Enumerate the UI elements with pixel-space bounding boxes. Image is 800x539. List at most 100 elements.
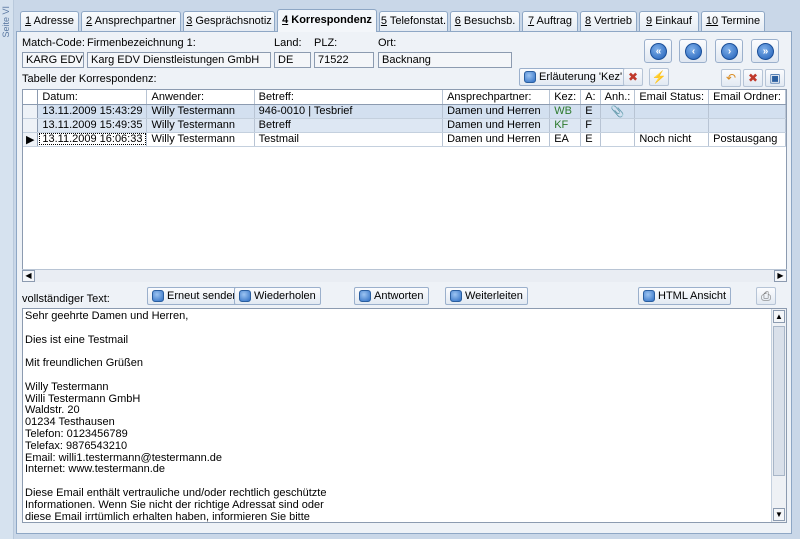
next-record-button[interactable]: › bbox=[715, 39, 743, 63]
cell-email-status bbox=[634, 118, 710, 133]
tab-label: Termine bbox=[720, 15, 761, 27]
firma-label: Firmenbezeichnung 1: bbox=[87, 37, 196, 49]
cell-email-ordner: Postausgang bbox=[708, 132, 786, 147]
explain-kez-button[interactable]: Erläuterung 'Kez' bbox=[519, 68, 628, 86]
cell-email-ordner bbox=[708, 104, 786, 119]
reply-label: Antworten bbox=[374, 290, 424, 302]
col-email-ordner[interactable]: Email Ordner: bbox=[708, 90, 786, 105]
html-view-label: HTML Ansicht bbox=[658, 290, 727, 302]
filter-icon[interactable]: ⚡ bbox=[649, 68, 669, 86]
land-label: Land: bbox=[274, 37, 302, 49]
cell-datum: 13.11.2009 16:06:33 bbox=[37, 132, 148, 147]
print-icon[interactable]: ⎙ bbox=[756, 287, 776, 305]
last-record-button[interactable]: » bbox=[751, 39, 779, 63]
undo-icon[interactable]: ↶ bbox=[721, 69, 741, 87]
repeat-button[interactable]: Wiederholen bbox=[234, 287, 321, 305]
html-view-button[interactable]: HTML Ansicht bbox=[638, 287, 732, 305]
attachment-icon[interactable]: 📎 bbox=[600, 104, 636, 119]
tab-einkauf[interactable]: 9 Einkauf bbox=[639, 11, 699, 31]
cell-email-status: Noch nicht bbox=[634, 132, 710, 147]
delete-icon[interactable]: ✖ bbox=[743, 69, 763, 87]
forward-button[interactable]: Weiterleiten bbox=[445, 287, 528, 305]
tab-number: 6 bbox=[454, 15, 461, 27]
last-record-icon: » bbox=[757, 43, 774, 60]
tab-label: Gesprächsnotiz bbox=[195, 15, 272, 27]
correspondence-table[interactable]: Datum: Anwender: Betreff: Ansprechpartne… bbox=[22, 89, 787, 282]
korrespondenz-panel: Match-Code: Firmenbezeichnung 1: Land: P… bbox=[16, 31, 792, 534]
scroll-thumb[interactable] bbox=[773, 326, 785, 476]
table-row-selected[interactable]: ▶ 13.11.2009 16:06:33 Willy Testermann T… bbox=[23, 132, 786, 147]
col-kez[interactable]: Kez: bbox=[549, 90, 582, 105]
cell-a: E bbox=[580, 132, 601, 147]
plz-field[interactable]: 71522 bbox=[314, 52, 374, 68]
col-ansprechpartner[interactable]: Ansprechpartner: bbox=[442, 90, 551, 105]
firma-field[interactable]: Karg EDV Dienstleistungen GmbH bbox=[87, 52, 271, 68]
cell-kez: KF bbox=[549, 118, 582, 133]
current-row-arrow-icon: ▶ bbox=[23, 132, 39, 147]
tab-korrespondenz[interactable]: 4 Korrespondenz bbox=[277, 9, 377, 32]
tab-label: Korrespondenz bbox=[291, 14, 372, 26]
scroll-right-icon[interactable]: ▶ bbox=[774, 270, 787, 282]
explain-kez-label: Erläuterung 'Kez' bbox=[539, 71, 623, 83]
col-datum[interactable]: Datum: bbox=[37, 90, 148, 105]
tab-number: 2 bbox=[86, 15, 93, 27]
reply-button[interactable]: Antworten bbox=[354, 287, 429, 305]
button-icon bbox=[239, 290, 251, 302]
tab-number: 7 bbox=[527, 15, 535, 27]
table: Datum: Anwender: Betreff: Ansprechpartne… bbox=[23, 90, 786, 147]
plz-label: PLZ: bbox=[314, 37, 338, 49]
delete-filter-icon[interactable]: ✖ bbox=[623, 68, 643, 86]
col-email-status[interactable]: Email Status: bbox=[634, 90, 710, 105]
scroll-up-icon[interactable]: ▲ bbox=[773, 310, 785, 323]
table-header-row: Datum: Anwender: Betreff: Ansprechpartne… bbox=[23, 90, 786, 105]
tab-vertrieb[interactable]: 8 Vertrieb bbox=[580, 11, 637, 31]
cell-betreff: Betreff bbox=[254, 118, 444, 133]
matchcode-field[interactable]: KARG EDV bbox=[22, 52, 84, 68]
horizontal-scrollbar[interactable]: ◀ ▶ bbox=[22, 269, 787, 282]
cell-kez: WB bbox=[549, 104, 582, 119]
tab-adresse[interactable]: 1 Adresse bbox=[20, 11, 79, 31]
tab-label: Ansprechpartner bbox=[94, 15, 176, 27]
col-a[interactable]: A: bbox=[580, 90, 601, 105]
table-row[interactable]: 13.11.2009 15:49:35 Willy Testermann Bet… bbox=[23, 118, 786, 133]
tab-number: 10 bbox=[705, 15, 719, 27]
cell-anwender: Willy Testermann bbox=[146, 132, 255, 147]
tab-auftrag[interactable]: 7 Auftrag bbox=[522, 11, 578, 31]
tab-label: Besuchsb. bbox=[463, 15, 516, 27]
tab-label: Adresse bbox=[33, 15, 74, 27]
table-row[interactable]: 13.11.2009 15:43:29 Willy Testermann 946… bbox=[23, 104, 786, 119]
tab-number: 4 bbox=[282, 14, 289, 26]
tab-ansprechpartner[interactable]: 2 Ansprechpartner bbox=[81, 11, 181, 31]
land-field[interactable]: DE bbox=[274, 52, 311, 68]
first-record-icon: « bbox=[650, 43, 667, 60]
button-icon bbox=[643, 290, 655, 302]
cell-email-ordner bbox=[708, 118, 786, 133]
tab-number: 5 bbox=[380, 15, 387, 27]
tab-telefonstat[interactable]: 5 Telefonstat. bbox=[379, 11, 448, 31]
tab-label: Auftrag bbox=[536, 15, 573, 27]
button-icon bbox=[524, 71, 536, 83]
ort-field[interactable]: Backnang bbox=[378, 52, 512, 68]
cell-a: F bbox=[580, 118, 601, 133]
side-strip: Seite VI bbox=[0, 0, 14, 539]
cell-anh bbox=[600, 132, 636, 147]
cell-betreff: Testmail bbox=[254, 132, 444, 147]
cell-datum: 13.11.2009 15:49:35 bbox=[37, 118, 148, 133]
previous-record-button[interactable]: ‹ bbox=[679, 39, 707, 63]
resend-button[interactable]: Erneut senden bbox=[147, 287, 244, 305]
col-betreff[interactable]: Betreff: bbox=[254, 90, 444, 105]
tab-termine[interactable]: 10 Termine bbox=[701, 11, 765, 31]
cell-anh bbox=[600, 118, 636, 133]
scroll-left-icon[interactable]: ◀ bbox=[22, 270, 35, 282]
full-text-box[interactable]: Sehr geehrte Damen und Herren, Dies ist … bbox=[22, 308, 787, 523]
vertical-scrollbar[interactable]: ▲ ▼ bbox=[771, 309, 786, 522]
save-icon[interactable]: ▣ bbox=[765, 69, 785, 87]
tab-gespraechsnotiz[interactable]: 3 Gesprächsnotiz bbox=[183, 11, 275, 31]
col-anh[interactable]: Anh.: bbox=[600, 90, 636, 105]
first-record-button[interactable]: « bbox=[644, 39, 672, 63]
tab-besuchsb[interactable]: 6 Besuchsb. bbox=[450, 11, 520, 31]
scroll-down-icon[interactable]: ▼ bbox=[773, 508, 785, 521]
row-indicator-header bbox=[23, 90, 39, 105]
col-anwender[interactable]: Anwender: bbox=[146, 90, 255, 105]
cell-kez: EA bbox=[549, 132, 582, 147]
